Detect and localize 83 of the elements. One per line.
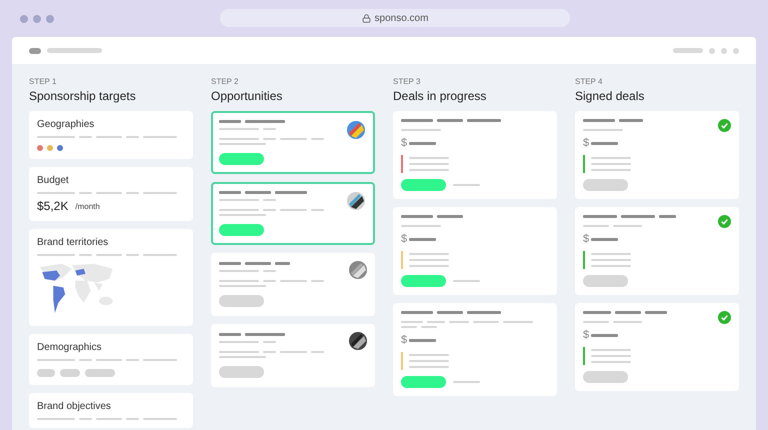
placeholder-bar [245, 191, 271, 194]
placeholder-bar [401, 311, 433, 314]
column-title: Opportunities [211, 89, 284, 103]
status-pill [401, 275, 446, 287]
url-text: sponso.com [374, 12, 428, 24]
check-icon [718, 119, 731, 132]
placeholder-bar [409, 338, 436, 342]
card-title: Brand territories [37, 237, 110, 248]
step-label: STEP 3 [393, 77, 422, 86]
lock-icon [362, 14, 371, 22]
placeholder-bar [591, 142, 618, 144]
accent-bar [583, 251, 585, 269]
step-label: STEP 4 [575, 77, 604, 86]
placeholder-bar [245, 262, 271, 265]
window-dot [33, 14, 41, 22]
accent-bar [583, 155, 585, 173]
placeholder-bar [467, 311, 501, 314]
column-title: Deals in progress [393, 89, 488, 103]
placeholder-bar [591, 238, 618, 240]
placeholder-bar [583, 119, 615, 122]
card-title: Geographies [37, 119, 96, 130]
placeholder-bar [409, 238, 436, 240]
status-pill [583, 371, 628, 383]
budget-unit: /month [75, 202, 100, 210]
currency-symbol: $ [583, 233, 590, 245]
accent-bar [583, 347, 585, 365]
window-dot [46, 14, 54, 22]
placeholder-bar [437, 311, 463, 314]
currency-symbol: $ [401, 334, 408, 346]
currency-symbol: $ [401, 137, 408, 149]
status-pill [583, 179, 628, 191]
check-icon [718, 311, 731, 324]
placeholder-bar [615, 311, 641, 314]
placeholder-bar [219, 333, 241, 336]
avatar-icon [347, 121, 365, 139]
placeholder-bar [621, 215, 655, 218]
placeholder-dot [733, 48, 739, 54]
status-pill [401, 179, 446, 191]
placeholder-bar [219, 191, 241, 194]
placeholder-bar [467, 119, 501, 122]
window-dot [20, 14, 28, 22]
placeholder-dot [721, 48, 727, 54]
placeholder-chip [85, 369, 115, 377]
placeholder-bar [659, 215, 676, 218]
placeholder-chip [60, 369, 80, 377]
step-label: STEP 1 [29, 77, 58, 86]
placeholder-bar [645, 311, 667, 314]
placeholder-bar [275, 262, 290, 265]
avatar-icon [349, 261, 367, 279]
placeholder-bar [437, 119, 463, 122]
step-label: STEP 2 [211, 77, 240, 86]
placeholder-bar [219, 262, 241, 265]
placeholder-bar [409, 142, 436, 144]
status-pill [583, 275, 628, 287]
placeholder-bar [219, 120, 241, 123]
placeholder-bar [245, 333, 285, 336]
placeholder-bar [29, 48, 41, 54]
placeholder-bar [591, 334, 618, 336]
placeholder-bar [275, 191, 307, 194]
card-title: Demographics [37, 342, 102, 353]
status-pill [401, 376, 446, 388]
placeholder-dot [709, 48, 715, 54]
currency-symbol: $ [401, 233, 408, 245]
placeholder-chip [37, 369, 55, 377]
currency-symbol: $ [583, 329, 590, 341]
placeholder-bar [401, 215, 433, 218]
card-title: Brand objectives [37, 401, 112, 412]
card-title: Budget [37, 175, 70, 186]
placeholder-bar [673, 48, 703, 53]
avatar-icon [347, 192, 365, 210]
check-icon [718, 215, 731, 228]
column-title: Sponsorship targets [29, 89, 137, 103]
avatar-icon [349, 332, 367, 350]
placeholder-bar [583, 215, 617, 218]
placeholder-bar [401, 119, 433, 122]
placeholder-bar [437, 215, 463, 218]
column-title: Signed deals [575, 89, 646, 103]
placeholder-bar [47, 48, 102, 53]
placeholder-bar [619, 119, 643, 122]
placeholder-bar [245, 120, 285, 123]
placeholder-bar [583, 311, 611, 314]
currency-symbol: $ [583, 137, 590, 149]
budget-amount: $5,2K [37, 199, 68, 213]
